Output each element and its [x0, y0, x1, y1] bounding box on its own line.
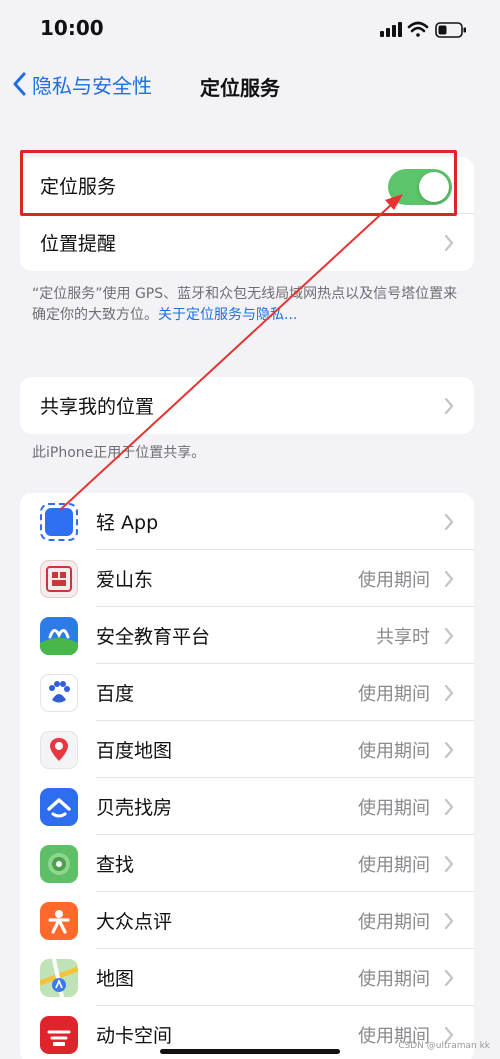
share-location-label: 共享我的位置 [40, 396, 155, 418]
aishandong-icon [40, 559, 78, 598]
home-indicator[interactable] [160, 1049, 340, 1054]
app-row[interactable]: 轻 App [20, 493, 474, 550]
location-reminder-row[interactable]: 位置提醒 [20, 214, 474, 271]
chevron-right-icon [444, 855, 454, 872]
dongka-icon [40, 1015, 78, 1054]
dianping-icon [40, 901, 78, 940]
app-permission: 使用期间 [358, 740, 430, 762]
safety-education-icon [40, 616, 78, 655]
back-button[interactable]: 隐私与安全性 [12, 68, 152, 100]
chevron-right-icon [444, 627, 454, 644]
light-app-icon [40, 502, 78, 541]
app-name: 大众点评 [96, 911, 173, 933]
app-name: 百度地图 [96, 740, 173, 762]
app-name: 地图 [96, 968, 135, 990]
chevron-right-icon [444, 513, 454, 530]
baidu-maps-icon [40, 730, 78, 769]
location-services-row: 定位服务 [20, 157, 474, 214]
toggle-knob [419, 172, 449, 202]
baidu-icon [40, 673, 78, 712]
location-services-card: 定位服务 位置提醒 [20, 157, 474, 271]
cellular-signal-icon [380, 22, 402, 37]
app-row[interactable]: 百度 使用期间 [20, 664, 474, 721]
status-bar: 10:00 [0, 0, 500, 58]
app-row[interactable]: 大众点评 使用期间 [20, 892, 474, 949]
app-row[interactable]: 爱山东 使用期间 [20, 550, 474, 607]
app-permission: 共享时 [376, 626, 430, 648]
app-row[interactable]: 查找 使用期间 [20, 835, 474, 892]
beike-icon [40, 787, 78, 826]
app-permission: 使用期间 [358, 968, 430, 990]
chevron-right-icon [444, 570, 454, 587]
status-icons [380, 20, 472, 40]
chevron-right-icon [444, 969, 454, 986]
back-label: 隐私与安全性 [32, 73, 152, 98]
app-name: 百度 [96, 683, 135, 705]
privacy-link[interactable]: 关于定位服务与隐私... [158, 307, 297, 323]
chevron-right-icon [444, 397, 454, 414]
app-name: 安全教育平台 [96, 626, 211, 648]
app-list-card: 轻 App 爱山东 使用期间 安全教育平台 共享时 百度 使用期间 百度地图 使… [20, 493, 474, 1059]
location-services-label: 定位服务 [40, 176, 117, 198]
app-row[interactable]: 地图 使用期间 [20, 949, 474, 1006]
app-name: 贝壳找房 [96, 797, 173, 819]
nav-bar: 隐私与安全性 定位服务 [0, 62, 500, 108]
find-my-icon [40, 844, 78, 883]
app-row[interactable]: 百度地图 使用期间 [20, 721, 474, 778]
share-location-card: 共享我的位置 [20, 377, 474, 434]
wifi-icon [407, 21, 429, 37]
chevron-right-icon [444, 684, 454, 701]
status-time: 10:00 [40, 16, 104, 40]
app-name: 轻 App [96, 512, 159, 534]
app-permission: 使用期间 [358, 569, 430, 591]
battery-icon [435, 22, 466, 38]
app-permission: 使用期间 [358, 854, 430, 876]
app-permission: 使用期间 [358, 797, 430, 819]
location-footnote: “定位服务”使用 GPS、蓝牙和众包无线局域网热点以及信号塔位置来确定你的大致方… [32, 284, 462, 326]
app-permission: 使用期间 [358, 683, 430, 705]
app-name: 查找 [96, 854, 135, 876]
app-row[interactable]: 贝壳找房 使用期间 [20, 778, 474, 835]
chevron-right-icon [444, 741, 454, 758]
page-title: 定位服务 [200, 76, 280, 100]
maps-icon [40, 958, 78, 997]
location-reminder-label: 位置提醒 [40, 233, 117, 255]
app-name: 爱山东 [96, 569, 154, 591]
share-location-row[interactable]: 共享我的位置 [20, 377, 474, 434]
app-row[interactable]: 安全教育平台 共享时 [20, 607, 474, 664]
app-permission: 使用期间 [358, 911, 430, 933]
share-footnote: 此iPhone正用于位置共享。 [32, 445, 206, 461]
watermark: CSDN @ultraman kk [398, 1041, 490, 1051]
chevron-right-icon [444, 912, 454, 929]
app-name: 动卡空间 [96, 1025, 173, 1047]
chevron-right-icon [444, 234, 454, 251]
chevron-right-icon [444, 798, 454, 815]
chevron-left-icon [13, 72, 26, 96]
location-services-toggle[interactable] [388, 169, 452, 205]
